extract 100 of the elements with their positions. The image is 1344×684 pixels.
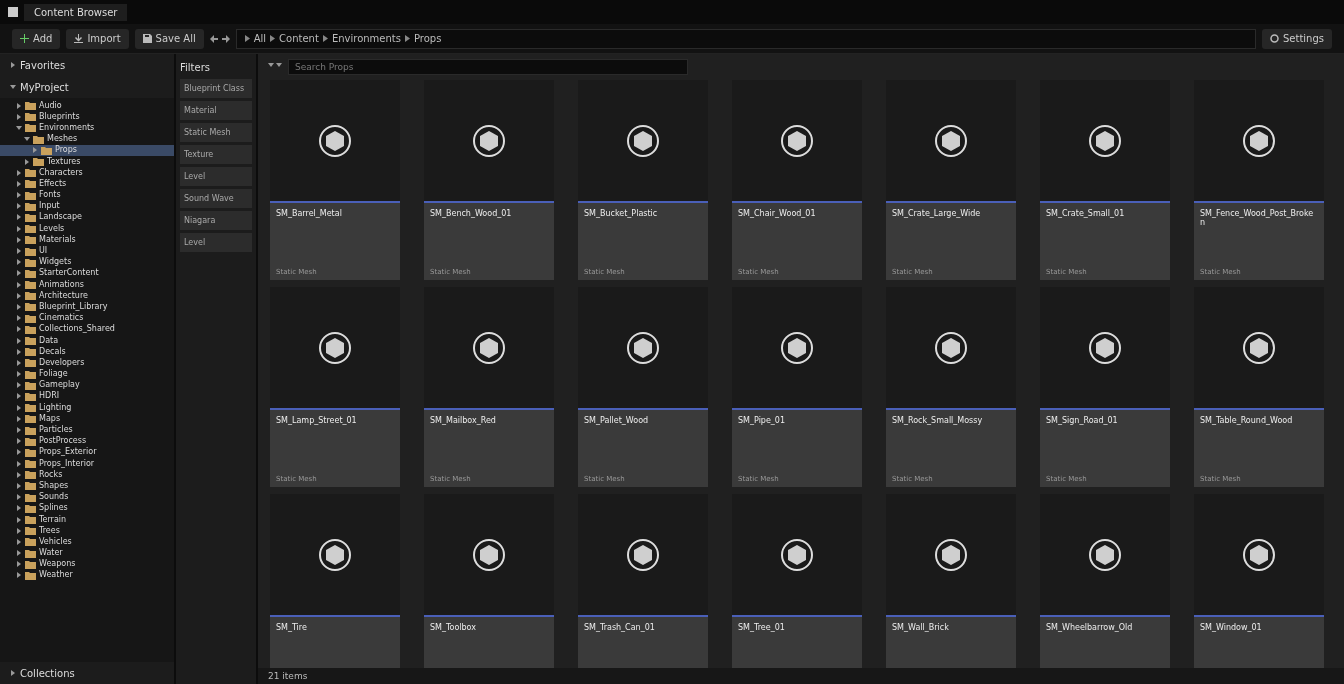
chevron-icon bbox=[404, 35, 410, 42]
folder-row[interactable]: Meshes bbox=[0, 133, 174, 145]
folder-icon bbox=[25, 537, 36, 547]
folder-row[interactable]: Weather bbox=[0, 569, 174, 582]
chevron-icon bbox=[322, 35, 328, 42]
asset-tile[interactable]: SM_Tree_01 bbox=[732, 494, 862, 668]
folder-row[interactable]: Input bbox=[0, 200, 174, 212]
filter-chip[interactable]: Level bbox=[180, 167, 252, 186]
save-icon bbox=[142, 34, 152, 43]
asset-name: SM_Toolbox bbox=[430, 623, 477, 632]
caret-icon[interactable] bbox=[10, 62, 16, 68]
folder-icon bbox=[25, 101, 36, 111]
folder-row[interactable]: PostProcess bbox=[0, 435, 174, 447]
folder-icon bbox=[25, 235, 36, 245]
asset-tile[interactable]: SM_Trash_Can_01 bbox=[578, 494, 708, 668]
folder-icon bbox=[25, 201, 36, 211]
folder-row[interactable]: Sounds bbox=[0, 491, 174, 503]
folder-row[interactable]: Widgets bbox=[0, 256, 174, 268]
filter-chip[interactable]: Niagara bbox=[180, 211, 252, 230]
caret-icon[interactable] bbox=[10, 84, 16, 90]
folder-row[interactable]: Data bbox=[0, 334, 174, 347]
asset-name: SM_Tree_01 bbox=[738, 623, 786, 632]
folder-row[interactable]: HDRI bbox=[0, 390, 174, 403]
folder-row[interactable]: Splines bbox=[0, 502, 174, 514]
folder-row[interactable]: UI bbox=[0, 245, 174, 257]
folder-row[interactable]: Rocks bbox=[0, 469, 174, 481]
folder-row[interactable]: Particles bbox=[0, 424, 174, 436]
toolbar-button[interactable]: Save All bbox=[134, 28, 204, 49]
toolbar-button[interactable]: Add bbox=[12, 28, 61, 49]
favorites-header[interactable]: Favorites bbox=[0, 54, 174, 76]
folder-row[interactable]: Landscape bbox=[0, 211, 174, 224]
breadcrumb[interactable]: Content bbox=[279, 33, 319, 44]
folder-row[interactable]: Terrain bbox=[0, 513, 174, 526]
folder-row[interactable]: Shapes bbox=[0, 480, 174, 492]
folder-row[interactable]: Gameplay bbox=[0, 379, 174, 391]
plus-icon bbox=[20, 34, 29, 43]
folder-row[interactable]: Collections_Shared bbox=[0, 323, 174, 335]
arrows-icon[interactable] bbox=[209, 33, 230, 44]
window-title[interactable]: Content Browser bbox=[24, 3, 128, 21]
folder-row[interactable]: Animations bbox=[0, 279, 174, 291]
caret-icon[interactable] bbox=[10, 670, 16, 676]
folder-icon bbox=[25, 515, 36, 525]
breadcrumb[interactable]: All bbox=[253, 33, 267, 44]
folder-row[interactable]: Cinematics bbox=[0, 312, 174, 324]
folder-row[interactable]: Levels bbox=[0, 223, 174, 235]
folder-icon bbox=[25, 336, 36, 346]
folder-row[interactable]: Developers bbox=[0, 357, 174, 369]
folder-row[interactable]: Blueprint_Library bbox=[0, 301, 174, 313]
folder-row[interactable]: Characters bbox=[0, 167, 174, 179]
folder-row[interactable]: Foliage bbox=[0, 368, 174, 380]
search-field[interactable]: Search Props bbox=[288, 59, 688, 75]
folder-icon bbox=[25, 190, 36, 200]
folder-row[interactable]: Audio bbox=[0, 100, 174, 112]
breadcrumb[interactable]: Environments bbox=[331, 33, 401, 44]
folder-icon bbox=[25, 179, 36, 189]
mesh-icon bbox=[934, 330, 968, 365]
folder-row[interactable]: Effects bbox=[0, 178, 174, 190]
folder-icon bbox=[25, 414, 36, 424]
asset-name: SM_Crate_Large_Wide bbox=[892, 209, 982, 218]
folder-row[interactable]: Maps bbox=[0, 413, 174, 425]
filter-chip[interactable]: Blueprint Class bbox=[180, 79, 252, 98]
breadcrumb[interactable]: Props bbox=[413, 33, 442, 44]
folder-row[interactable]: Vehicles bbox=[0, 536, 174, 548]
folder-row[interactable]: Textures bbox=[0, 155, 174, 168]
folder-row[interactable]: Props bbox=[0, 144, 174, 156]
folder-row[interactable]: Trees bbox=[0, 525, 174, 537]
filter-chip[interactable]: Static Mesh bbox=[180, 123, 252, 142]
folder-row[interactable]: Props_Interior bbox=[0, 458, 174, 470]
folder-row[interactable]: Water bbox=[0, 547, 174, 559]
path-bar[interactable]: All Content Environments Props bbox=[235, 28, 1256, 49]
asset-tile[interactable]: SM_Toolbox bbox=[424, 494, 554, 668]
folder-row[interactable]: Fonts bbox=[0, 189, 174, 201]
asset-tile[interactable]: SM_Tire bbox=[270, 494, 400, 668]
filter-chip[interactable]: Level bbox=[180, 233, 252, 252]
filter-chip[interactable]: Sound Wave bbox=[180, 189, 252, 208]
asset-tile[interactable]: SM_Window_01 bbox=[1194, 494, 1324, 668]
folder-row[interactable]: Lighting bbox=[0, 402, 174, 414]
filter-chip[interactable]: Texture bbox=[180, 145, 252, 164]
folder-row[interactable]: StarterContent bbox=[0, 267, 174, 279]
asset-tile[interactable]: SM_Wall_Brick bbox=[886, 494, 1016, 668]
mesh-icon bbox=[1088, 537, 1122, 572]
folder-row[interactable]: Architecture bbox=[0, 290, 174, 302]
folder-row[interactable]: Environments bbox=[0, 122, 174, 134]
asset-tile[interactable]: SM_Wheelbarrow_Old bbox=[1040, 494, 1170, 668]
folder-icon bbox=[25, 112, 36, 122]
collections-header[interactable]: Collections bbox=[0, 662, 174, 684]
folder-row[interactable]: Weapons bbox=[0, 558, 174, 570]
folder-icon bbox=[25, 324, 36, 334]
toolbar-button[interactable]: Import bbox=[66, 28, 129, 49]
section-title: Collections bbox=[20, 667, 75, 679]
folder-row[interactable]: Materials bbox=[0, 234, 174, 246]
mesh-icon bbox=[626, 330, 660, 365]
folder-row[interactable]: Blueprints bbox=[0, 111, 174, 123]
filter-chip[interactable]: Material bbox=[180, 101, 252, 120]
folder-icon bbox=[25, 503, 36, 513]
folder-row[interactable]: Decals bbox=[0, 346, 174, 358]
settings-button[interactable]: Settings bbox=[1262, 28, 1332, 49]
asset-name: SM_Trash_Can_01 bbox=[584, 623, 656, 632]
project-header[interactable]: MyProject bbox=[0, 76, 174, 98]
folder-row[interactable]: Props_Exterior bbox=[0, 446, 174, 458]
